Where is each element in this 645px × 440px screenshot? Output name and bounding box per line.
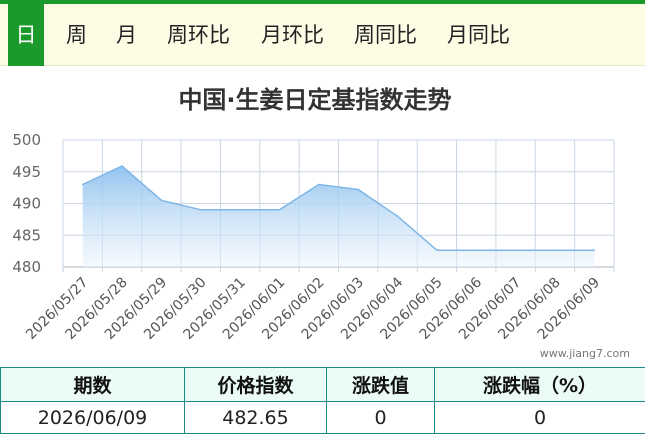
cell-change-value: 0 [326, 401, 435, 434]
data-point [396, 215, 399, 217]
table-header-row: 期数 价格指数 涨跌值 涨跌幅（%） [0, 367, 645, 402]
data-point [239, 209, 241, 211]
header-change-value: 涨跌值 [326, 367, 435, 402]
data-point [160, 199, 163, 202]
tab-week[interactable]: 周 [66, 4, 87, 66]
y-tick-label: 485 [12, 226, 41, 244]
data-point [475, 249, 478, 251]
header-price-index: 价格指数 [184, 367, 327, 402]
cell-change-percent: 0 [434, 401, 645, 434]
header-change-percent: 涨跌幅（%） [434, 367, 645, 402]
data-point [436, 249, 438, 251]
y-tick-label: 495 [12, 163, 41, 181]
cell-price-index: 482.65 [184, 401, 327, 434]
y-tick-label: 490 [12, 195, 41, 213]
period-tab-bar: 日 周 月 周环比 月环比 周同比 月同比 [0, 4, 645, 66]
tab-month[interactable]: 月 [116, 4, 137, 66]
data-point [554, 249, 556, 251]
site-watermark: www.jiang7.com [539, 347, 630, 360]
table-row: 2026/06/09 482.65 0 0 [0, 401, 645, 434]
y-tick-label: 480 [12, 258, 41, 276]
tab-week-year-over-year[interactable]: 周同比 [354, 4, 417, 66]
cell-period: 2026/06/09 [0, 401, 185, 434]
data-point [318, 183, 320, 186]
tab-day[interactable]: 日 [8, 4, 44, 66]
data-point [593, 249, 596, 251]
data-point [278, 209, 281, 211]
tab-week-over-week[interactable]: 周环比 [167, 4, 230, 66]
header-period: 期数 [0, 367, 185, 402]
chart-title: 中国·生姜日定基指数走势 [178, 86, 452, 114]
index-trend-chart: 480485490495500 2026/05/272026/05/282026… [12, 131, 615, 343]
tab-month-year-over-year[interactable]: 月同比 [447, 4, 510, 66]
data-point [357, 188, 360, 191]
data-point [121, 165, 123, 167]
data-point [514, 249, 517, 251]
tab-month-over-month[interactable]: 月环比 [261, 4, 324, 66]
data-point [81, 183, 84, 186]
index-summary-table: 期数 价格指数 涨跌值 涨跌幅（%） 2026/06/09 482.65 0 0 [0, 367, 645, 434]
data-point [200, 209, 202, 211]
y-tick-label: 500 [12, 131, 41, 149]
